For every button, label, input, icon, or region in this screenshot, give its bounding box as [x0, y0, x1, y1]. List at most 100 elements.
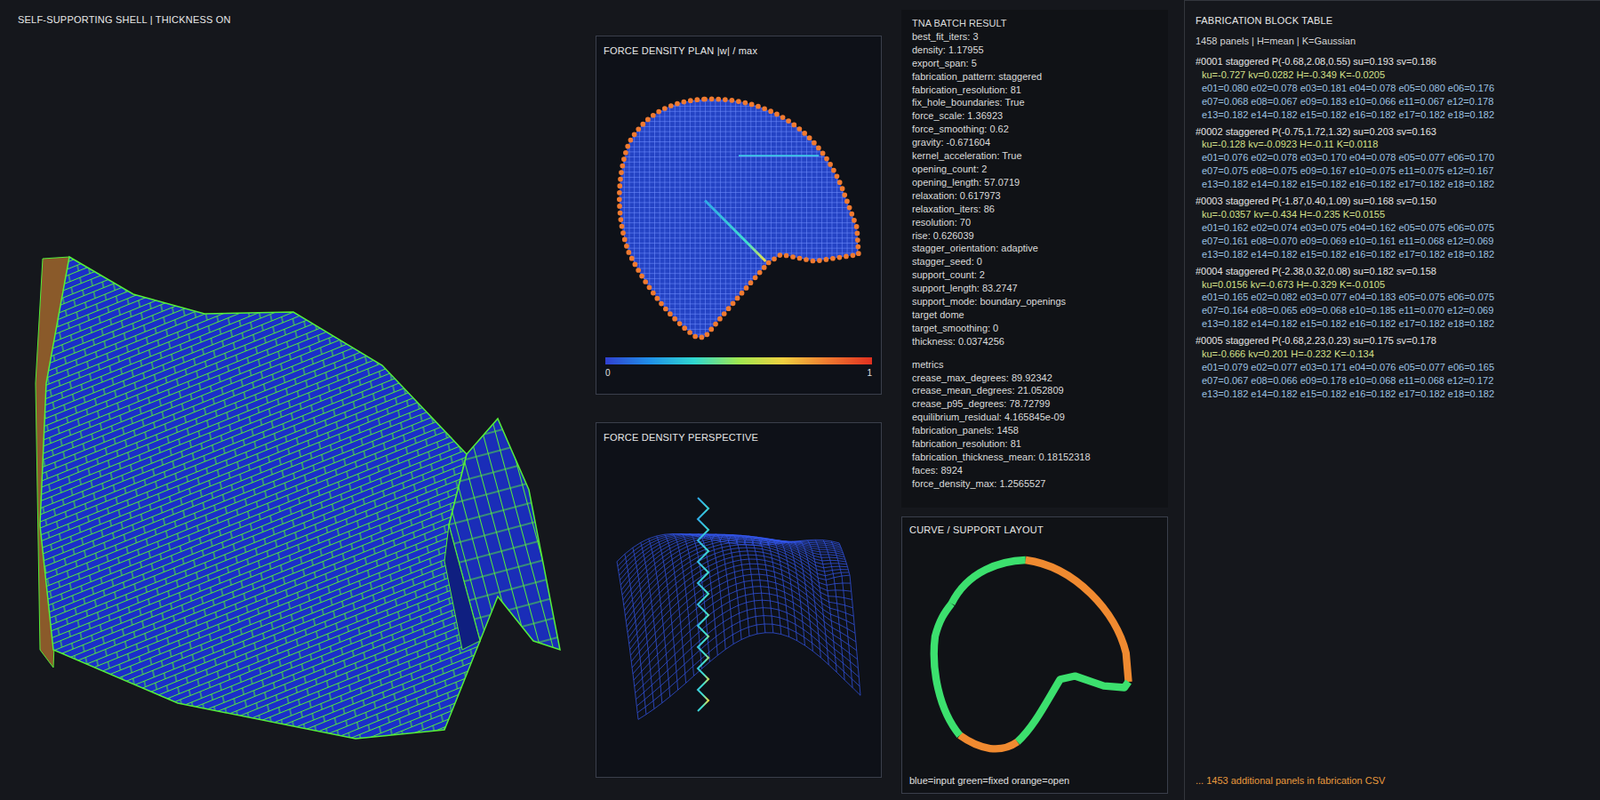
mesh-line — [815, 539, 837, 672]
mesh-line — [638, 632, 861, 720]
mesh-line — [626, 544, 849, 626]
param-row: target_smoothing: 0 — [912, 321, 1158, 336]
mesh-line — [823, 539, 845, 680]
viz-column: FORCE DENSITY PLAN |w| / max01FORCE DENS… — [595, 0, 882, 800]
panel-edges: e13=0.182 e14=0.182 e15=0.182 e16=0.182 … — [1195, 108, 1592, 122]
panel-header: #0002 staggered P(-0.75,1.72,1.32) su=0.… — [1195, 125, 1592, 139]
mesh-line — [637, 624, 860, 713]
force-perspective-chart — [603, 448, 874, 769]
force-plan-chart — [603, 62, 874, 356]
mesh-line — [744, 536, 766, 633]
batch-result-panel: TNA BATCH RESULTbest_fit_iters: 3density… — [901, 9, 1168, 508]
shell-viewer[interactable]: SELF-SUPPORTING SHELL | THICKNESS ON — [0, 0, 592, 800]
mesh-line — [636, 615, 859, 706]
panel-edges: e07=0.068 e08=0.067 e09=0.183 e10=0.066 … — [1195, 95, 1592, 109]
panel-curvature: ku=0.0156 kv=-0.673 H=-0.329 K=-0.0105 — [1195, 278, 1592, 292]
panel-edges: e07=0.067 e08=0.066 e09=0.178 e10=0.068 … — [1195, 374, 1592, 388]
mesh-line — [625, 541, 848, 621]
force-streak — [704, 200, 766, 261]
open-segment — [1025, 560, 1129, 682]
metric-row: fabrication_thickness_mean: 0.18152318 — [912, 450, 1158, 464]
fixed-segment — [1017, 675, 1129, 742]
param-row: support_count: 2 — [912, 268, 1158, 282]
param-row: support_length: 83.2747 — [912, 281, 1158, 296]
panel-header: #0003 staggered P(-1.87,0.40,1.09) su=0.… — [1195, 194, 1592, 208]
panel-edges: e01=0.162 e02=0.074 e03=0.075 e04=0.162 … — [1195, 221, 1592, 235]
mesh-line — [616, 560, 639, 720]
mesh-line — [648, 538, 671, 697]
force-plan-panel: FORCE DENSITY PLAN |w| / max01 — [595, 35, 882, 395]
panel-title: FABRICATION BLOCK TABLE — [1195, 13, 1592, 29]
fabrication-table: FABRICATION BLOCK TABLE1458 panels | H=m… — [1184, 0, 1600, 800]
fixed-segment — [951, 560, 1025, 604]
mesh-line — [634, 592, 857, 687]
legend: blue=input green=fixed orange=open — [909, 773, 1160, 789]
param-row: gravity: -0.671604 — [912, 136, 1158, 150]
mesh-line — [839, 542, 861, 695]
panel-entry[interactable]: #0001 staggered P(-0.68,2.08,0.55) su=0.… — [1195, 55, 1592, 122]
panel-entry[interactable]: #0003 staggered P(-1.87,0.40,1.09) su=0.… — [1195, 194, 1592, 262]
panel-title: FORCE DENSITY PLAN |w| / max — [603, 43, 874, 59]
param-row: fix_hole_boundaries: True — [912, 96, 1158, 110]
mesh-line — [799, 540, 821, 657]
panel-edges: e01=0.080 e02=0.078 e03=0.181 e04=0.078 … — [1195, 81, 1592, 96]
mesh-line — [720, 534, 742, 640]
panel-curvature: ku=-0.0357 kv=-0.434 H=-0.235 K=0.0155 — [1195, 208, 1592, 222]
metric-row: fabrication_resolution: 81 — [912, 437, 1158, 451]
panel-curvature: ku=-0.727 kv=0.0282 H=-0.349 K=-0.0205 — [1195, 68, 1592, 82]
mesh-line — [752, 536, 774, 633]
panel-title: FORCE DENSITY PERSPECTIVE — [603, 430, 874, 446]
panel-edges: e13=0.182 e14=0.182 e15=0.182 e16=0.182 … — [1195, 317, 1592, 331]
param-row: rise: 0.626039 — [912, 229, 1158, 243]
scale-max: 1 — [866, 366, 872, 380]
panel-edges: e13=0.182 e14=0.182 e15=0.182 e16=0.182 … — [1195, 387, 1592, 401]
panel-edges: e13=0.182 e14=0.182 e15=0.182 e16=0.182 … — [1195, 248, 1592, 262]
mesh-line — [728, 534, 750, 636]
panel-header: #0005 staggered P(-0.68,2.23,0.23) su=0.… — [1195, 334, 1592, 348]
shell-render — [0, 27, 592, 792]
mesh-line — [791, 541, 813, 651]
spacer — [912, 348, 1158, 359]
panel-edges: e01=0.165 e02=0.082 e03=0.077 e04=0.183 … — [1195, 290, 1592, 304]
panel-edges: e07=0.164 e08=0.065 e09=0.068 e10=0.185 … — [1195, 304, 1592, 318]
panel-edges: e01=0.079 e02=0.077 e03=0.171 e04=0.076 … — [1195, 360, 1592, 375]
param-row: best_fit_iters: 3 — [912, 30, 1158, 44]
panel-edges: e07=0.075 e08=0.075 e09=0.167 e10=0.075 … — [1195, 164, 1592, 178]
boundary-nodes — [619, 98, 859, 337]
mesh-line — [632, 579, 856, 673]
panel-edges: e07=0.161 e08=0.070 e09=0.069 e10=0.161 … — [1195, 234, 1592, 248]
param-row: relaxation_iters: 86 — [912, 202, 1158, 216]
metric-row: force_density_max: 1.2565527 — [912, 477, 1158, 491]
metric-row: crease_mean_degrees: 21.052809 — [912, 384, 1158, 398]
param-row: fabrication_pattern: staggered — [912, 70, 1158, 84]
param-row: target dome — [912, 308, 1158, 322]
colorbar — [605, 357, 872, 365]
force-perspective-panel: FORCE DENSITY PERSPECTIVE — [595, 422, 882, 778]
metric-row: crease_max_degrees: 89.92342 — [912, 371, 1158, 385]
mesh-line — [633, 585, 856, 680]
param-row: resolution: 70 — [912, 216, 1158, 230]
param-row: kernel_acceleration: True — [912, 149, 1158, 163]
scale-min: 0 — [605, 366, 611, 380]
panel-entry[interactable]: #0002 staggered P(-0.75,1.72,1.32) su=0.… — [1195, 125, 1592, 192]
panel-entry[interactable]: #0005 staggered P(-0.68,2.23,0.23) su=0.… — [1195, 334, 1592, 401]
support-curve-chart — [909, 537, 1160, 760]
force-mesh — [619, 98, 859, 337]
table-footer: ... 1453 additional panels in fabricatio… — [1195, 773, 1592, 789]
force-streak — [738, 154, 819, 157]
panel-header: #0004 staggered P(-2.38,0.32,0.08) su=0.… — [1195, 264, 1592, 279]
footer-wrap: ... 1453 additional panels in fabricatio… — [1195, 773, 1592, 792]
colorbar-labels: 01 — [603, 366, 874, 380]
viewer-title: SELF-SUPPORTING SHELL | THICKNESS ON — [0, 0, 592, 28]
panel-header: #0001 staggered P(-0.68,2.08,0.55) su=0.… — [1195, 55, 1592, 69]
open-segment — [960, 735, 1018, 749]
param-row: fabrication_resolution: 81 — [912, 83, 1158, 97]
panel-title: TNA BATCH RESULT — [912, 16, 1158, 31]
mesh-line — [635, 607, 858, 699]
panel-curvature: ku=-0.128 kv=-0.0923 H=-0.11 K=0.0118 — [1195, 137, 1592, 152]
mesh-line — [632, 574, 855, 668]
metric-row: fabrication_panels: 1458 — [912, 424, 1158, 438]
panel-entry[interactable]: #0004 staggered P(-2.38,0.32,0.08) su=0.… — [1195, 264, 1592, 332]
results-column: TNA BATCH RESULTbest_fit_iters: 3density… — [901, 0, 1168, 800]
param-row: force_smoothing: 0.62 — [912, 122, 1158, 136]
